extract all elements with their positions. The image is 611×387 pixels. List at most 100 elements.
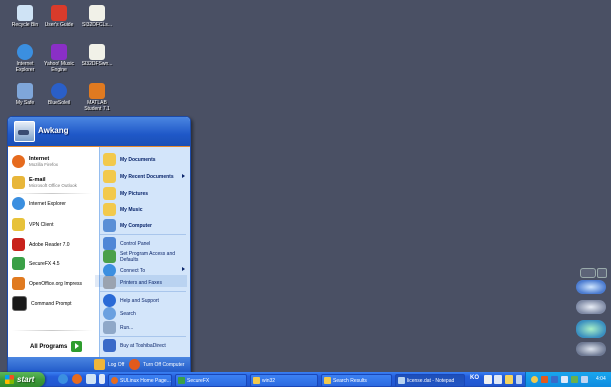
start-item-my-documents[interactable]: My Documents	[103, 153, 156, 166]
desktop-icon-users-guide[interactable]: User's Guide	[42, 5, 76, 28]
desktop-icon-si32dfcls[interactable]: SI32DFCLs...	[80, 5, 114, 28]
desktop-icon-internet-explorer[interactable]: Internet Explorer	[8, 44, 42, 73]
user-avatar[interactable]	[14, 121, 35, 142]
desktop-icon-label: Yahoo! Music Engine	[44, 61, 74, 73]
all-programs-button[interactable]: All Programs	[30, 341, 83, 352]
desktop-icon-label: MATLAB Student 7.1	[84, 100, 110, 112]
start-item-securefx[interactable]: SecureFX 4.5	[12, 257, 60, 270]
task-label: win32	[262, 377, 276, 384]
tray-volume-icon[interactable]	[581, 376, 588, 383]
start-button[interactable]: start	[0, 372, 45, 387]
turn-off-button[interactable]: Turn Off Computer	[129, 359, 184, 370]
start-item-my-music[interactable]: My Music	[103, 203, 143, 216]
start-item-label: My Documents	[120, 156, 156, 163]
start-item-help-support[interactable]: Help and Support	[103, 294, 159, 307]
desktop-icon-label: My Safe	[15, 100, 35, 106]
desktop-icon-matlab[interactable]: MATLAB Student 7.1	[80, 83, 114, 112]
dock-globe-icon[interactable]	[576, 280, 606, 294]
start-item-search[interactable]: Search	[103, 307, 136, 320]
dock-disc-icon[interactable]	[576, 300, 606, 314]
task-firefox[interactable]: SULinux Home Page...	[108, 374, 172, 387]
toshiba-icon	[103, 339, 116, 352]
task-securefx[interactable]: SecureFX	[175, 374, 247, 387]
start-item-program-access[interactable]: Set Program Access and Defaults	[103, 250, 190, 263]
ime-help-icon[interactable]	[516, 375, 522, 384]
start-item-label: Search	[120, 310, 136, 317]
start-item-subtitle: Mozilla Firefox	[29, 161, 59, 167]
start-menu-divider	[100, 336, 186, 337]
all-programs-label: All Programs	[30, 343, 68, 350]
ime-icon[interactable]	[484, 375, 492, 384]
language-indicator[interactable]: KO	[470, 375, 479, 381]
task-search-results[interactable]: Search Results	[321, 374, 392, 387]
task-win32[interactable]: win32	[250, 374, 318, 387]
dock-minimize-icon[interactable]	[580, 268, 596, 278]
start-label: start	[17, 375, 35, 384]
control-panel-icon	[103, 237, 116, 250]
start-item-command-prompt[interactable]: Command Prompt	[12, 296, 72, 311]
users-guide-icon	[51, 5, 67, 21]
internet-explorer-icon	[12, 197, 25, 210]
start-menu-divider	[100, 234, 186, 235]
desktop-icon-my-safe[interactable]: My Safe	[8, 83, 42, 106]
submenu-arrow-icon	[182, 267, 185, 271]
desktop-icon-recycle-bin[interactable]: Recycle Bin	[8, 5, 42, 28]
start-item-my-pictures[interactable]: My Pictures	[103, 187, 148, 200]
tray-display-icon[interactable]	[561, 376, 568, 383]
start-item-label: Printers and Faxes	[120, 279, 162, 286]
start-item-run[interactable]: Run...	[103, 321, 133, 334]
adobe-reader-icon	[12, 238, 25, 251]
start-item-toshiba-direct[interactable]: Buy at ToshibaDirect	[103, 339, 166, 352]
start-item-label: My Music	[120, 206, 143, 213]
dock-drive-icon[interactable]	[576, 342, 606, 356]
start-item-label: Run...	[120, 324, 134, 331]
quick-launch-more-icon[interactable]	[99, 374, 105, 384]
desktop-icon-si32dfswn[interactable]: SI32DFSwn...	[80, 44, 114, 67]
start-item-email[interactable]: E-mail Microsoft Office Outlook	[12, 176, 77, 189]
document-icon	[89, 5, 105, 21]
task-notepad[interactable]: license.dat - Notepad	[395, 374, 465, 387]
log-off-button[interactable]: Log Off	[94, 359, 124, 370]
desktop-icon-bluesoleil[interactable]: BlueSoleil	[42, 83, 76, 106]
quick-launch-desktop-icon[interactable]	[86, 374, 96, 384]
securefx-icon	[178, 377, 185, 384]
start-item-label: Buy at ToshibaDirect	[120, 342, 166, 349]
vpn-client-icon	[12, 218, 25, 231]
start-item-openoffice-impress[interactable]: OpenOffice.org Impress	[12, 277, 82, 290]
start-item-label: Set Program Access and Defaults	[120, 250, 176, 263]
outlook-icon	[12, 176, 25, 189]
start-item-label: Control Panel	[120, 240, 151, 247]
desktop-icon-yahoo-music[interactable]: Yahoo! Music Engine	[42, 44, 76, 73]
start-item-control-panel[interactable]: Control Panel	[103, 237, 150, 250]
start-item-my-recent-documents[interactable]: My Recent Documents	[103, 170, 174, 183]
tray-wireless-icon[interactable]	[571, 376, 578, 383]
start-item-printers-faxes[interactable]: Printers and Faxes	[103, 276, 162, 289]
ime-tool-icon[interactable]	[505, 375, 513, 384]
notepad-icon	[398, 377, 405, 384]
start-item-adobe-reader[interactable]: Adobe Reader 7.0	[12, 238, 70, 251]
log-off-icon	[94, 359, 105, 370]
dock-network-icon[interactable]	[576, 320, 606, 338]
ime-mode-icon[interactable]	[494, 375, 502, 384]
tray-network-icon[interactable]	[531, 376, 538, 383]
dock-close-icon[interactable]	[597, 268, 607, 278]
firefox-icon	[12, 155, 25, 168]
start-item-vpn-client[interactable]: VPN Client	[12, 218, 53, 231]
start-item-internet-explorer[interactable]: Internet Explorer	[12, 197, 66, 210]
clock[interactable]: 4:04	[596, 376, 606, 382]
recent-documents-icon	[103, 170, 116, 183]
start-item-internet[interactable]: Internet Mozilla Firefox	[12, 155, 58, 168]
run-icon	[103, 321, 116, 334]
internet-explorer-icon	[17, 44, 33, 60]
tray-security-icon[interactable]	[541, 376, 548, 383]
start-item-my-computer[interactable]: My Computer	[103, 219, 152, 232]
securefx-icon	[12, 257, 25, 270]
tray-bluetooth-icon[interactable]	[551, 376, 558, 383]
power-icon	[129, 359, 140, 370]
start-item-label: Connect To	[120, 267, 146, 274]
bluetooth-icon	[51, 83, 67, 99]
quick-launch-firefox-icon[interactable]	[72, 374, 82, 384]
my-music-icon	[103, 203, 116, 216]
start-item-subtitle: Microsoft Office Outlook	[29, 182, 77, 188]
quick-launch-ie-icon[interactable]	[58, 374, 68, 384]
